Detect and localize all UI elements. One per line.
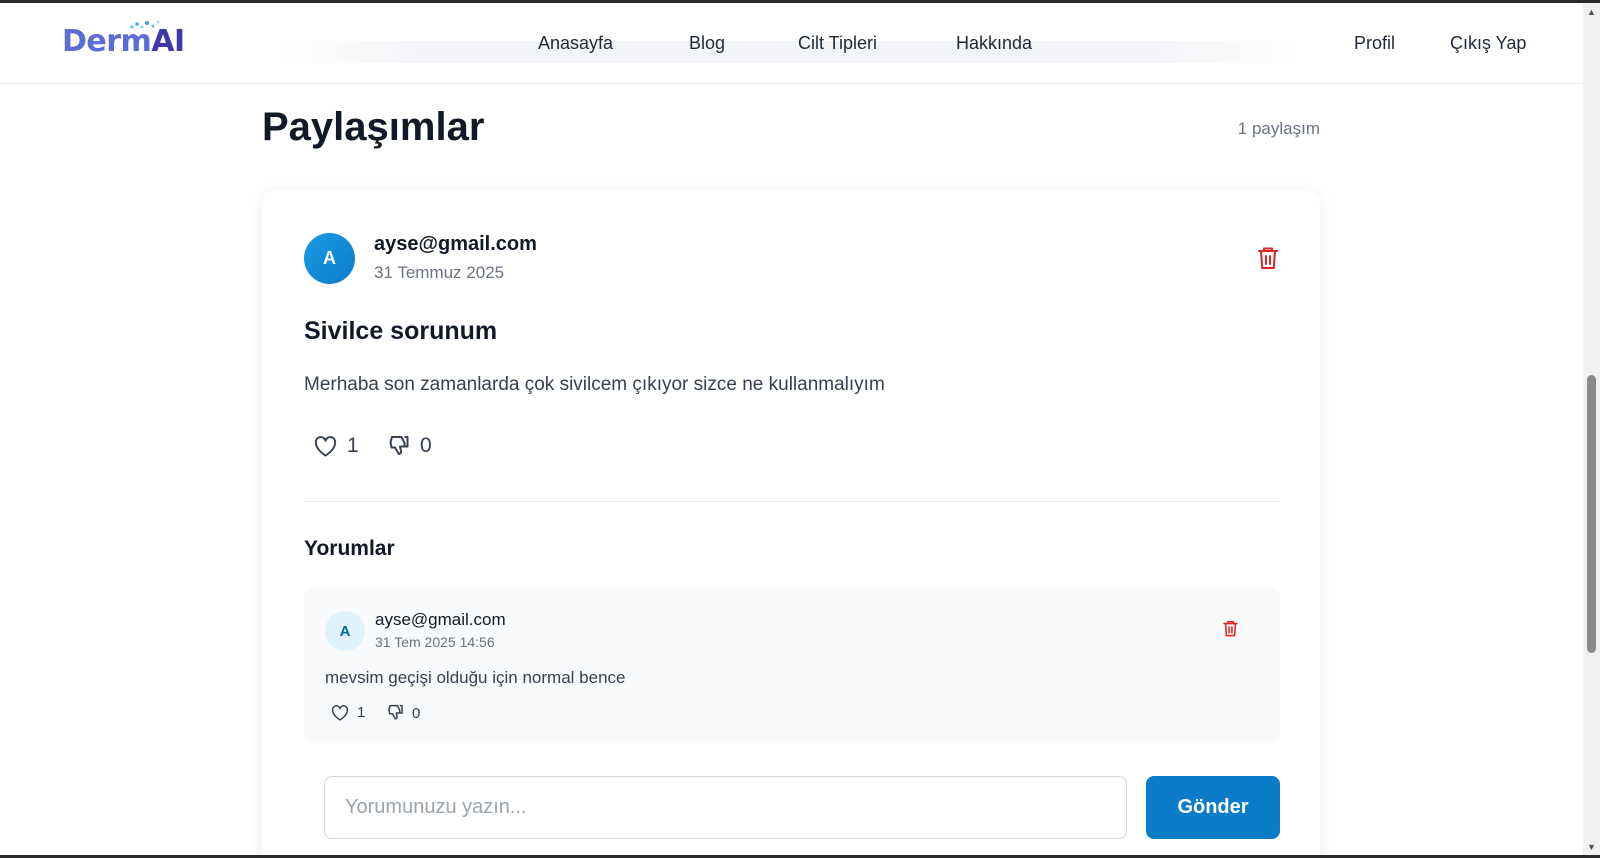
nav-background-glow [280, 41, 1300, 63]
comment-author: ayse@gmail.com [375, 610, 506, 629]
post-count: 1 paylaşım [1237, 119, 1320, 138]
comment-avatar: A [325, 611, 365, 651]
heart-icon [331, 704, 349, 721]
post-date: 31 Temmuz 2025 [374, 263, 505, 282]
page-title: Paylaşımlar [262, 105, 485, 149]
like-count: 1 [347, 434, 359, 457]
divider [304, 501, 1280, 502]
like-button[interactable]: 1 [314, 434, 359, 458]
comment-item: A ayse@gmail.com 31 Tem 2025 14:56 mevsi… [304, 588, 1280, 743]
comment-dislike-count: 0 [412, 704, 421, 722]
dislike-button[interactable]: 0 [388, 434, 432, 458]
scrollbar[interactable]: ▲ ▼ [1583, 3, 1600, 855]
post-card: A ayse@gmail.com 31 Temmuz 2025 Sivilce … [262, 191, 1320, 855]
post-body: Merhaba son zamanlarda çok sivilcem çıkı… [304, 374, 885, 395]
nav-link-hakkinda[interactable]: Hakkında [956, 33, 1032, 54]
browser-viewport: Derm AI Anasayfa Blog Cilt Tipleri Hakkın… [0, 3, 1583, 855]
scroll-up-arrow-icon[interactable]: ▲ [1583, 3, 1600, 20]
comment-like-button[interactable]: 1 [331, 704, 365, 721]
nav-link-cilt-tipleri[interactable]: Cilt Tipleri [798, 33, 877, 54]
trash-icon [1223, 620, 1238, 637]
navbar: Derm AI Anasayfa Blog Cilt Tipleri Hakkın… [0, 3, 1583, 84]
nav-link-blog[interactable]: Blog [689, 33, 725, 54]
comments-title: Yorumlar [304, 537, 395, 560]
comment-like-count: 1 [357, 704, 366, 721]
post-author: ayse@gmail.com [374, 233, 537, 255]
thumbs-down-icon [389, 435, 409, 455]
scrollbar-thumb[interactable] [1587, 375, 1596, 653]
post-title: Sivilce sorunum [304, 317, 498, 345]
scroll-down-arrow-icon[interactable]: ▼ [1583, 838, 1600, 855]
nav-link-profile[interactable]: Profil [1354, 33, 1395, 54]
trash-icon [1258, 247, 1278, 269]
avatar: A [304, 233, 355, 284]
comment-dislike-button[interactable]: 0 [387, 704, 420, 722]
dislike-count: 0 [420, 434, 432, 457]
comment-text: mevsim geçişi olduğu için normal bence [325, 668, 626, 687]
heart-icon [314, 435, 337, 457]
nav-link-anasayfa[interactable]: Anasayfa [538, 33, 613, 54]
send-comment-button[interactable]: Gönder [1146, 776, 1280, 839]
comment-input[interactable] [324, 776, 1127, 839]
logo-sparkle-icon [130, 20, 160, 29]
nav-link-logout[interactable]: Çıkış Yap [1450, 33, 1526, 54]
delete-post-button[interactable] [1256, 245, 1280, 276]
logo[interactable]: Derm AI [62, 20, 185, 59]
comment-date: 31 Tem 2025 14:56 [375, 634, 495, 650]
thumbs-down-icon [388, 704, 403, 720]
delete-comment-button[interactable] [1222, 619, 1239, 643]
